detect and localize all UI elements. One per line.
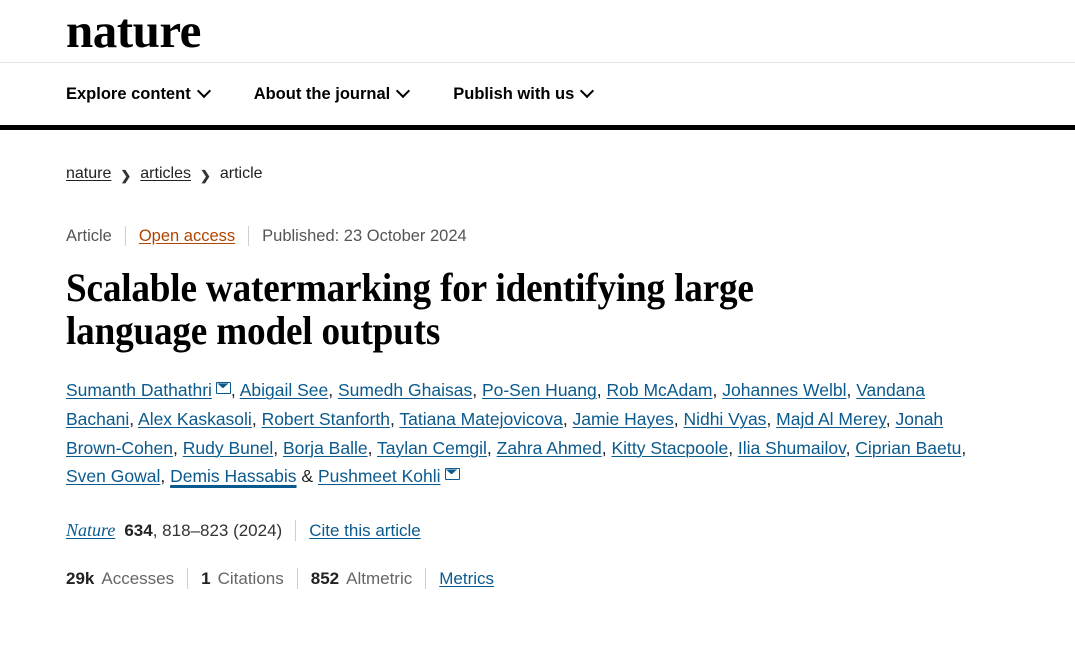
metric-value: 29k xyxy=(66,568,95,588)
author-separator: , xyxy=(562,409,573,430)
author-separator: , xyxy=(367,437,378,458)
author-link[interactable]: Demis Hassabis xyxy=(170,466,296,486)
author-separator: , xyxy=(273,437,283,458)
author-link[interactable]: Johannes Welbl xyxy=(722,380,846,400)
author-separator: , xyxy=(846,380,857,401)
author-link[interactable]: Robert Stanforth xyxy=(262,409,390,429)
metrics-bar: 29k Accesses 1 Citations 852 Altmetric M… xyxy=(66,568,1075,590)
metric-altmetric: 852 Altmetric xyxy=(311,569,413,589)
citation-pages-year: , 818–823 (2024) xyxy=(152,520,283,540)
author-separator: , xyxy=(712,380,723,401)
envelope-icon[interactable] xyxy=(215,382,231,395)
author-link[interactable]: Sven Gowal xyxy=(66,466,160,486)
author-link[interactable]: Kitty Stacpoole xyxy=(611,438,728,458)
article-main: nature ❯ articles ❯ article Article Open… xyxy=(0,130,1075,590)
metric-accesses: 29k Accesses xyxy=(66,569,174,589)
author-separator: , xyxy=(961,437,967,458)
breadcrumb-item-nature[interactable]: nature xyxy=(66,165,111,183)
metric-label: Accesses xyxy=(101,568,175,588)
citation-divider xyxy=(295,520,297,542)
nature-logo[interactable]: nature xyxy=(66,6,201,55)
meta-divider xyxy=(248,226,250,246)
author-link[interactable]: Ilia Shumailov xyxy=(738,438,846,458)
nav-item-explore-content[interactable]: Explore content xyxy=(66,85,210,104)
site-header: nature xyxy=(0,0,1075,63)
metric-citations: 1 Citations xyxy=(201,569,284,589)
author-separator: , xyxy=(728,437,738,458)
author-link[interactable]: Pushmeet Kohli xyxy=(318,466,441,486)
metric-value: 1 xyxy=(201,568,211,588)
breadcrumb: nature ❯ articles ❯ article xyxy=(66,130,1075,183)
author-link[interactable]: Sumedh Ghaisas xyxy=(338,380,472,400)
breadcrumb-item-article: article xyxy=(219,165,263,182)
author-link[interactable]: Jamie Hayes xyxy=(573,409,674,429)
article-meta-line: Article Open access Published: 23 Octobe… xyxy=(66,226,1075,246)
metric-value: 852 xyxy=(310,568,340,588)
published-date: Published: 23 October 2024 xyxy=(262,226,467,245)
author-separator-amp: & xyxy=(296,466,318,487)
breadcrumb-separator-icon: ❯ xyxy=(120,167,132,183)
citation-volume: 634 xyxy=(124,520,153,540)
metrics-divider xyxy=(425,568,427,590)
nav-item-label: About the journal xyxy=(253,84,391,103)
main-navigation: Explore content About the journal Publis… xyxy=(0,63,1075,125)
chevron-down-icon xyxy=(582,86,593,97)
nav-item-label: Publish with us xyxy=(453,84,575,103)
author-separator: , xyxy=(129,409,139,430)
metrics-divider xyxy=(296,568,298,590)
author-link[interactable]: Majd Al Merey xyxy=(776,409,886,429)
open-access-link[interactable]: Open access xyxy=(139,227,235,246)
author-link[interactable]: Zahra Ahmed xyxy=(497,438,602,458)
author-link[interactable]: Alex Kaskasoli xyxy=(138,409,252,429)
author-separator: , xyxy=(251,409,262,430)
nav-item-label: Explore content xyxy=(66,84,191,103)
author-link[interactable]: Ciprian Baetu xyxy=(855,438,961,458)
chevron-down-icon xyxy=(199,86,210,97)
author-separator: , xyxy=(673,409,684,430)
author-separator: , xyxy=(173,437,183,458)
breadcrumb-separator-icon: ❯ xyxy=(199,167,211,183)
author-link[interactable]: Borja Balle xyxy=(283,438,368,458)
envelope-icon[interactable] xyxy=(444,468,460,481)
author-separator: , xyxy=(766,409,777,430)
citation-line: Nature 634 , 818–823 (2024) Cite this ar… xyxy=(66,520,1075,542)
cite-this-article-link[interactable]: Cite this article xyxy=(309,521,420,541)
author-link[interactable]: Rob McAdam xyxy=(607,380,713,400)
breadcrumb-item-articles[interactable]: articles xyxy=(140,165,191,183)
metrics-divider xyxy=(187,568,189,590)
article-type-label: Article xyxy=(66,226,112,245)
author-link[interactable]: Tatiana Matejovicova xyxy=(399,409,562,429)
author-separator: , xyxy=(389,409,400,430)
metric-label: Citations xyxy=(217,568,284,588)
author-link[interactable]: Sumanth Dathathri xyxy=(66,380,212,400)
author-separator: , xyxy=(601,437,612,458)
author-link[interactable]: Rudy Bunel xyxy=(183,438,273,458)
author-link[interactable]: Taylan Cemgil xyxy=(377,438,487,458)
author-separator: , xyxy=(486,437,497,458)
author-list: Sumanth Dathathri, Abigail See, Sumedh G… xyxy=(66,376,986,491)
author-separator: , xyxy=(472,380,482,401)
author-link[interactable]: Abigail See xyxy=(240,380,329,400)
meta-divider xyxy=(124,226,126,246)
author-link[interactable]: Po-Sen Huang xyxy=(482,380,597,400)
author-separator: , xyxy=(596,380,607,401)
journal-name-link[interactable]: Nature xyxy=(66,520,115,541)
author-separator: , xyxy=(160,466,171,487)
metrics-link[interactable]: Metrics xyxy=(439,569,494,589)
author-separator: , xyxy=(328,380,338,401)
metric-label: Altmetric xyxy=(346,568,413,588)
nav-item-publish-with-us[interactable]: Publish with us xyxy=(453,85,593,104)
page-title: Scalable watermarking for identifying la… xyxy=(66,265,754,354)
chevron-down-icon xyxy=(398,86,409,97)
nav-item-about-the-journal[interactable]: About the journal xyxy=(254,85,410,104)
author-separator: , xyxy=(845,437,856,458)
author-separator: , xyxy=(230,380,240,401)
author-link[interactable]: Nidhi Vyas xyxy=(683,409,766,429)
